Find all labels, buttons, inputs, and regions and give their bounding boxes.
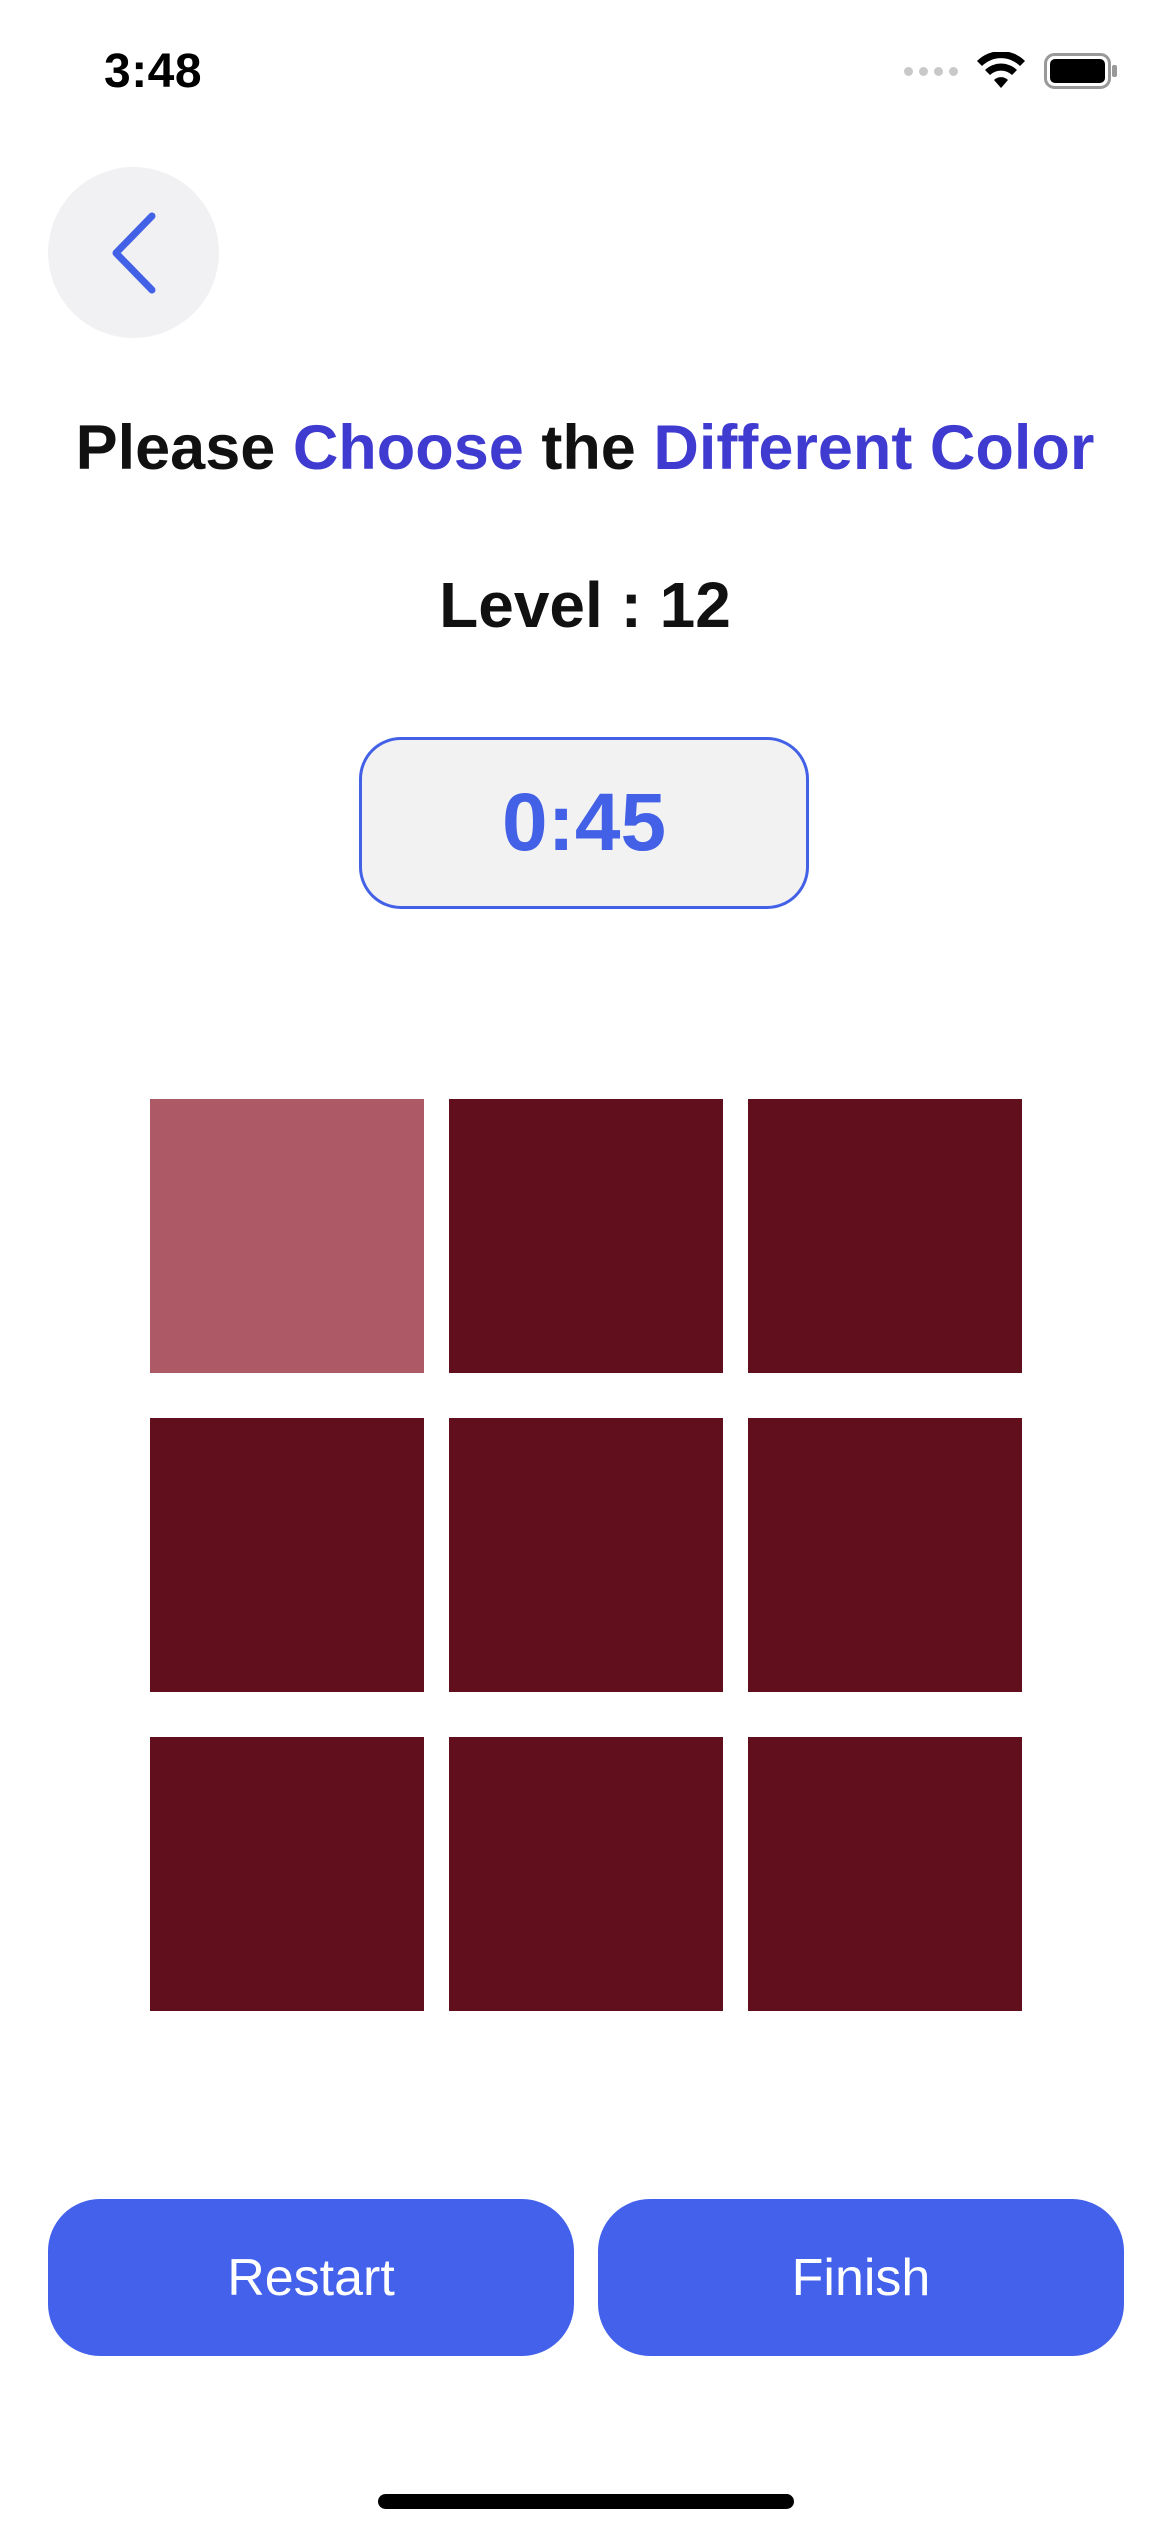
color-tile-different[interactable]	[150, 1099, 424, 1373]
color-tile[interactable]	[449, 1099, 723, 1373]
back-button[interactable]	[48, 167, 219, 338]
color-tile[interactable]	[150, 1418, 424, 1692]
finish-button[interactable]: Finish	[598, 2199, 1124, 2356]
wifi-icon	[977, 52, 1025, 88]
heading-text-different-color: Different Color	[653, 413, 1095, 483]
heading-text-1: Please	[75, 413, 293, 483]
heading-text-choose: Choose	[292, 413, 524, 483]
heading-text-3: the	[523, 413, 654, 483]
color-tile-grid	[150, 1099, 1022, 2011]
color-tile[interactable]	[748, 1418, 1022, 1692]
restart-button[interactable]: Restart	[48, 2199, 574, 2356]
color-tile[interactable]	[150, 1737, 424, 2011]
color-tile[interactable]	[449, 1737, 723, 2011]
cellular-signal-icon	[904, 66, 958, 76]
color-tile[interactable]	[449, 1418, 723, 1692]
status-time: 3:48	[104, 45, 203, 98]
battery-icon	[1044, 53, 1117, 89]
home-indicator	[378, 2494, 794, 2509]
level-label: Level : 12	[439, 569, 731, 641]
game-screen: 3:48 Please Choose the Different Color L…	[0, 0, 1170, 2532]
instruction-heading: Please Choose the Different Color	[0, 412, 1170, 484]
color-tile[interactable]	[748, 1737, 1022, 2011]
chevron-left-icon	[112, 212, 155, 293]
status-icons	[904, 52, 1118, 90]
color-tile[interactable]	[748, 1099, 1022, 1373]
timer-display: 0:45	[359, 737, 809, 909]
